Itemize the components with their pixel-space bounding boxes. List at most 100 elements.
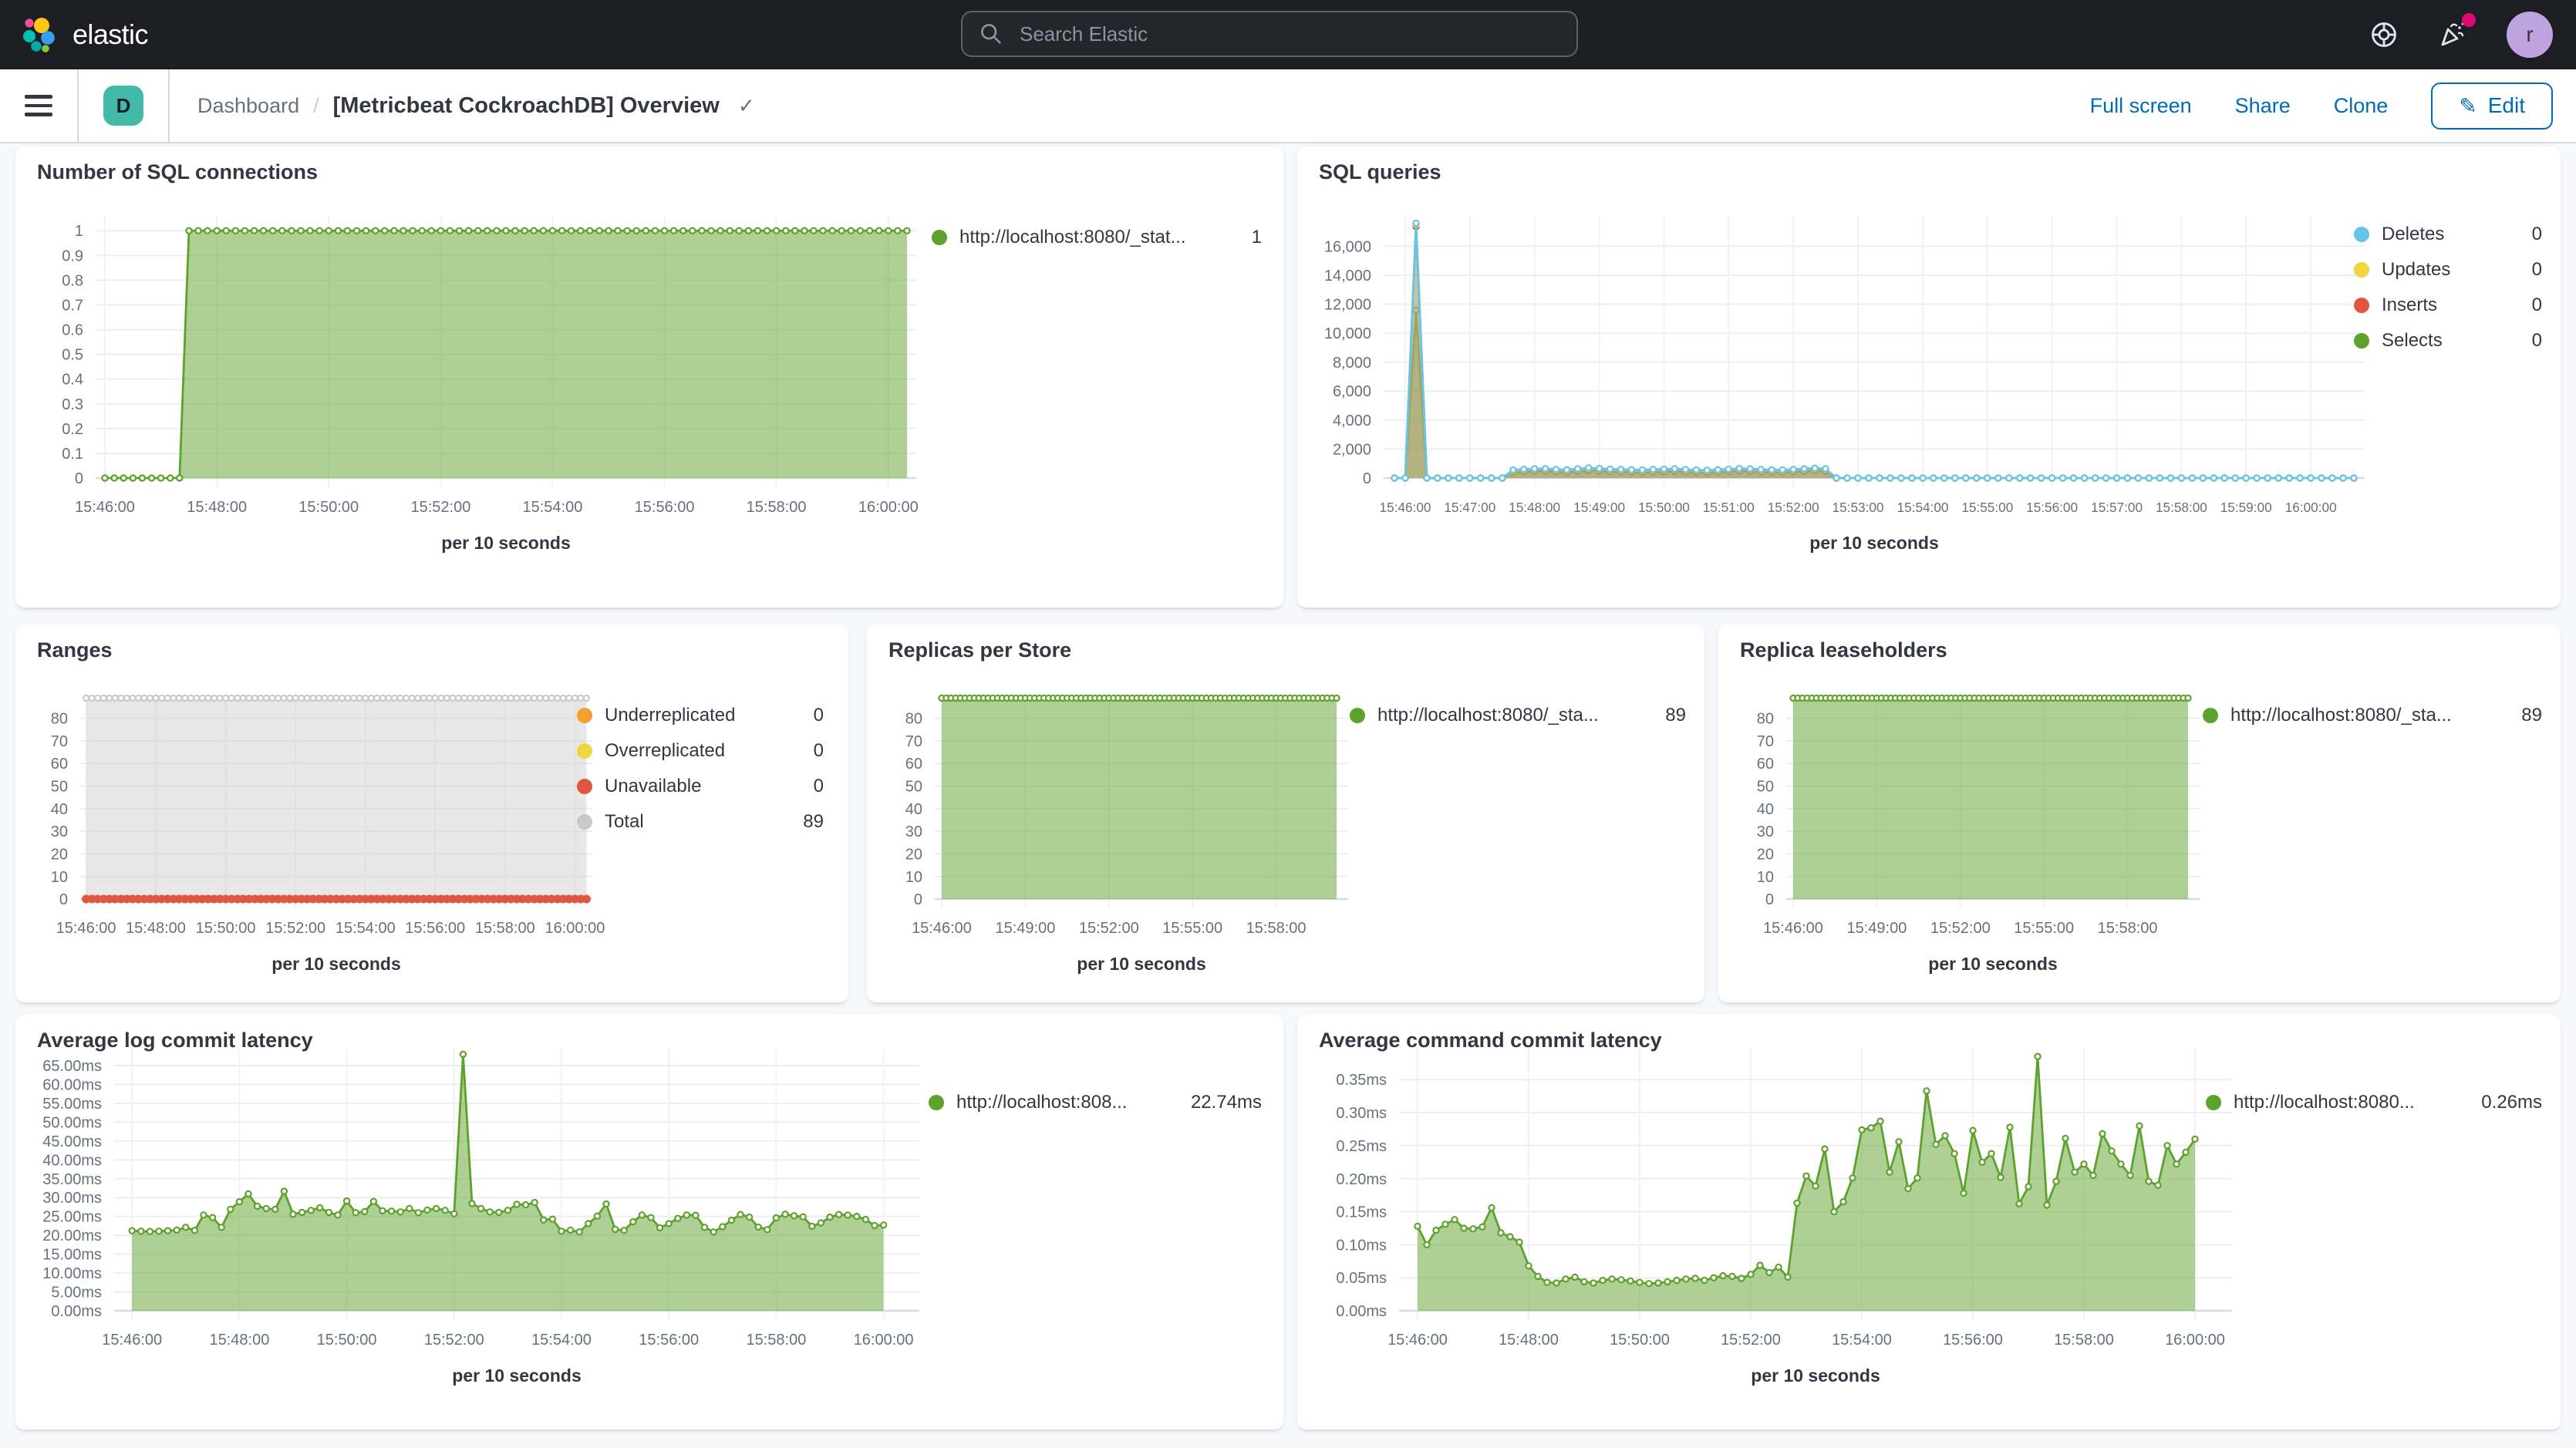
- series-marker: [1701, 1278, 1707, 1283]
- series-marker: [572, 695, 578, 701]
- series-marker: [118, 695, 123, 701]
- legend-value: 0: [814, 705, 824, 726]
- series-marker: [1479, 1224, 1485, 1230]
- space-switcher[interactable]: D: [79, 69, 170, 142]
- legend-item[interactable]: http://localhost:8080...0.26ms: [2206, 1092, 2542, 1113]
- user-avatar[interactable]: r: [2507, 12, 2553, 58]
- series-marker: [1498, 1230, 1503, 1235]
- legend-item[interactable]: Total89: [577, 811, 824, 833]
- series-marker: [362, 695, 368, 701]
- x-axis-tick-label: 15:54:00: [522, 499, 582, 516]
- legend-item[interactable]: Overreplicated0: [577, 740, 824, 762]
- series-marker: [1924, 1088, 1929, 1093]
- legend-color-dot: [2354, 262, 2369, 278]
- series-marker: [261, 228, 266, 234]
- x-axis-tick-label: 15:48:00: [126, 920, 186, 937]
- legend-item[interactable]: Underreplicated 0: [577, 705, 824, 726]
- legend-label: http://localhost:8080...: [2234, 1092, 2466, 1113]
- legend-item[interactable]: http://localhost:8080/_sta...89: [2203, 705, 2542, 726]
- series-marker: [214, 228, 220, 234]
- series-marker: [242, 228, 248, 234]
- series-marker: [520, 695, 525, 701]
- series-area-http://localhost:8080/_sta...: [1793, 698, 2188, 899]
- series-marker: [444, 695, 450, 701]
- series-marker: [2044, 1202, 2049, 1207]
- global-search[interactable]: [961, 11, 1578, 57]
- series-marker: [1664, 1279, 1670, 1285]
- series-marker: [1794, 1200, 1799, 1206]
- series-marker: [183, 1224, 188, 1230]
- series-marker: [1988, 1151, 1994, 1157]
- elastic-logo[interactable]: elastic: [0, 16, 148, 53]
- edit-button[interactable]: ✎ Edit: [2431, 83, 2553, 130]
- series-marker: [2007, 1124, 2012, 1130]
- series-marker: [764, 228, 770, 234]
- series-marker: [264, 695, 269, 701]
- series-marker: [2308, 475, 2314, 480]
- series-marker: [2244, 475, 2249, 480]
- legend-item[interactable]: Inserts0: [2354, 295, 2542, 316]
- series-marker: [245, 1191, 251, 1197]
- series-marker: [2190, 475, 2195, 480]
- legend-item[interactable]: Unavailable0: [577, 776, 824, 797]
- series-marker: [622, 1227, 627, 1233]
- share-button[interactable]: Share: [2235, 94, 2291, 118]
- series-marker: [460, 1052, 466, 1057]
- series-marker: [83, 695, 89, 701]
- newsfeed-button[interactable]: [2437, 19, 2468, 50]
- y-axis-tick-label: 40: [905, 801, 922, 818]
- clone-button[interactable]: Clone: [2334, 94, 2389, 118]
- x-axis-label: per 10 seconds: [271, 954, 400, 974]
- x-axis-tick-label: 15:50:00: [1638, 500, 1690, 515]
- chart-replicas-per-store[interactable]: 0102030405060708015:46:0015:49:0015:52:0…: [867, 625, 1704, 1002]
- page-title[interactable]: [Metricbeat CockroachDB] Overview: [333, 93, 720, 119]
- chart-sql-connections[interactable]: 00.10.20.30.40.50.60.70.80.9115:46:0015:…: [15, 146, 1283, 608]
- y-axis-tick-label: 60: [51, 756, 68, 773]
- y-axis-tick-label: 0.20ms: [1336, 1171, 1387, 1188]
- series-marker: [1979, 1160, 1984, 1165]
- series-marker: [416, 1210, 421, 1215]
- legend-label: Underreplicated: [605, 705, 798, 726]
- pencil-icon: ✎: [2459, 93, 2477, 119]
- help-button[interactable]: [2369, 20, 2399, 49]
- series-marker: [652, 228, 658, 234]
- x-axis-tick-label: 15:55:00: [2014, 920, 2074, 937]
- main-menu-button[interactable]: [0, 69, 79, 142]
- legend-item[interactable]: Updates0: [2354, 259, 2542, 281]
- x-axis-tick-label: 15:46:00: [1763, 920, 1823, 937]
- chart-sql-queries[interactable]: 02,0004,0006,0008,00010,00012,00014,0001…: [1297, 146, 2561, 608]
- legend-item[interactable]: Deletes0: [2354, 224, 2542, 245]
- x-axis-tick-label: 15:56:00: [1943, 1332, 2003, 1349]
- legend-item[interactable]: Selects0: [2354, 330, 2542, 352]
- series-marker: [357, 695, 362, 701]
- x-axis-label: per 10 seconds: [1928, 954, 2057, 974]
- legend-item[interactable]: http://localhost:8080/_sta...89: [1350, 705, 1686, 726]
- series-marker: [1859, 1127, 1864, 1133]
- series-marker: [711, 1229, 716, 1234]
- breadcrumb-dashboard-link[interactable]: Dashboard: [197, 94, 299, 118]
- series-marker: [354, 228, 359, 234]
- series-marker: [746, 228, 751, 234]
- series-line-Inserts: [1394, 227, 2354, 478]
- full-screen-button[interactable]: Full screen: [2090, 94, 2192, 118]
- series-marker: [461, 695, 467, 701]
- y-axis-tick-label: 0.10ms: [1336, 1237, 1387, 1254]
- series-marker: [1849, 1175, 1855, 1180]
- chart-log-commit-latency[interactable]: 0.00ms5.00ms10.00ms15.00ms20.00ms25.00ms…: [15, 1015, 1283, 1429]
- series-marker: [2276, 475, 2281, 480]
- chart-command-commit-latency[interactable]: 0.00ms0.05ms0.10ms0.15ms0.20ms0.25ms0.30…: [1297, 1015, 2561, 1429]
- x-axis-tick-label: 15:52:00: [1079, 920, 1139, 937]
- series-marker: [1609, 1276, 1614, 1281]
- series-marker: [2168, 475, 2173, 480]
- series-marker: [1791, 466, 1796, 472]
- series-marker: [298, 228, 303, 234]
- search-input[interactable]: [1017, 21, 1559, 48]
- legend-item[interactable]: http://localhost:808...22.74ms: [929, 1092, 1262, 1113]
- chart-replica-leaseholders[interactable]: 0102030405060708015:46:0015:49:0015:52:0…: [1718, 625, 2561, 1002]
- x-axis-tick-label: 15:46:00: [75, 499, 135, 516]
- legend-item[interactable]: http://localhost:8080/_stat...1: [932, 227, 1262, 248]
- checkmark-icon[interactable]: ✓: [738, 94, 755, 118]
- x-axis-tick-label: 15:55:00: [1162, 920, 1222, 937]
- series-marker: [1855, 475, 1860, 480]
- series-marker: [241, 695, 246, 701]
